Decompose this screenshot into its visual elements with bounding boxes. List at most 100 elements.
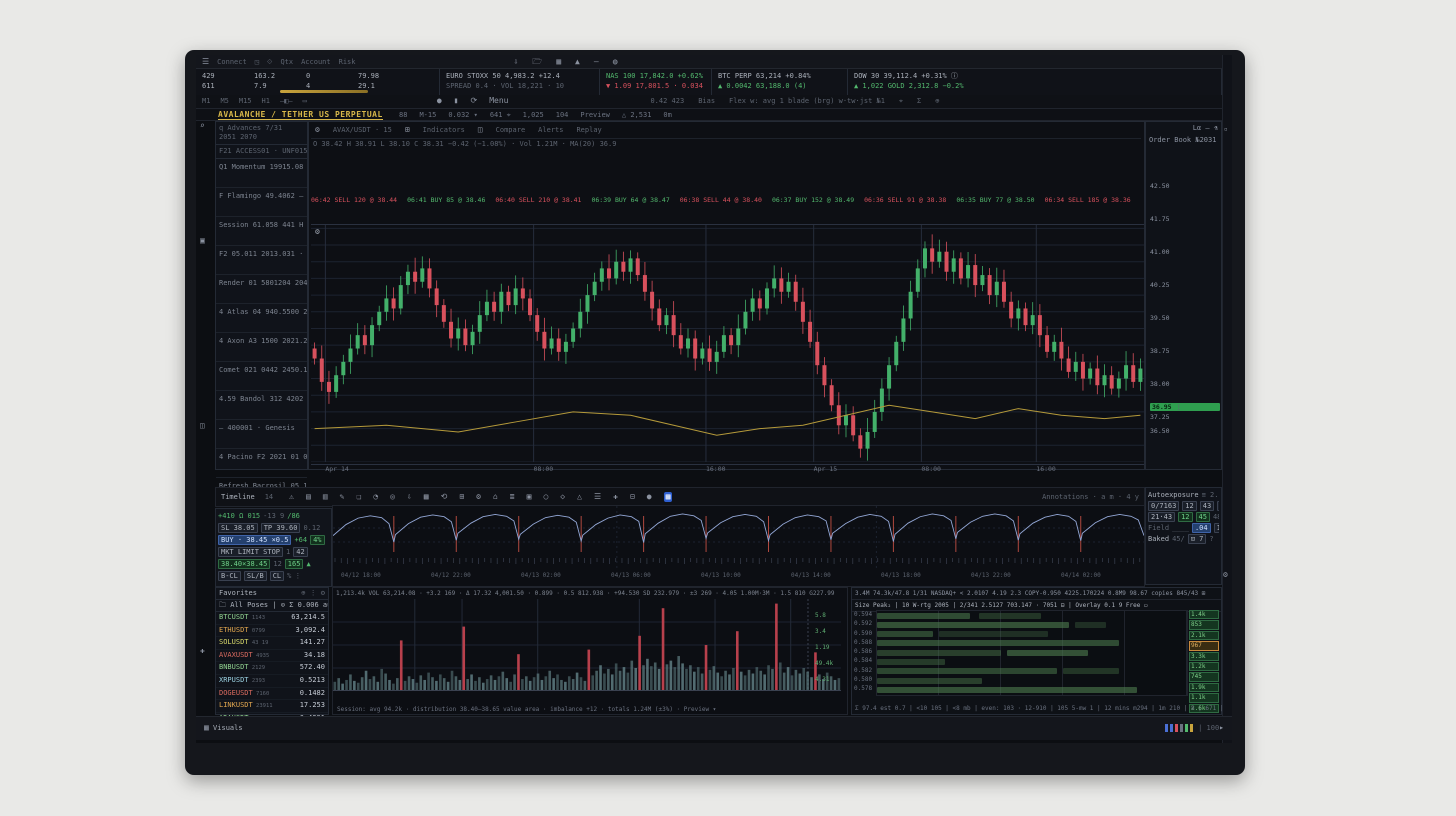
- mini-settings-row-seg[interactable]: 1: [1214, 523, 1219, 533]
- toolbar2-right-item[interactable]: ⌖: [899, 97, 903, 105]
- favorites-header-icons[interactable]: ⊕ ⋮ ⚙: [301, 588, 325, 599]
- favorites-row[interactable]: SOLUSDT141.27 43 19: [216, 637, 328, 650]
- order-ticket-row-seg[interactable]: 4%: [310, 535, 324, 545]
- status-expand-icon[interactable]: ▸: [1219, 723, 1224, 733]
- order-ticket-row-seg[interactable]: TP 39.60: [261, 523, 301, 533]
- dom-ladder-cell[interactable]: 853: [1189, 620, 1219, 629]
- heatmap-row[interactable]: [877, 612, 1187, 620]
- symbol-title[interactable]: AVALANCHE / TETHER US PERPETUAL: [218, 110, 383, 120]
- watchlist-row[interactable]: 4 Axon A3 1500 2021.21.31: [216, 333, 307, 362]
- mini-settings-row-seg[interactable]: 12: [1182, 501, 1196, 511]
- menu-item[interactable]: Risk: [339, 58, 356, 66]
- watchlist-row[interactable]: Render 01 5801204 204.3: [216, 275, 307, 304]
- heatmap-row[interactable]: [877, 649, 1187, 657]
- heatmap-row[interactable]: [877, 677, 1187, 685]
- drawing-tool-icon[interactable]: ◎: [390, 492, 395, 502]
- title-row-extra[interactable]: 88: [399, 111, 407, 119]
- toolbar2-item[interactable]: H1: [262, 97, 270, 105]
- heatmap-plot[interactable]: [876, 610, 1188, 696]
- volume-histogram[interactable]: [333, 599, 847, 691]
- order-ticket-row-seg[interactable]: B-CL: [218, 571, 241, 581]
- quote-group[interactable]: BTC PERP 63,214 +0.84%▲ 0.0042 63,188.0 …: [712, 69, 848, 95]
- drawing-tool-icon[interactable]: ❏: [356, 492, 361, 502]
- title-row-extra[interactable]: Preview: [580, 111, 610, 119]
- toolbar2-right-item[interactable]: Bias: [698, 97, 715, 105]
- dom-ladder-cell[interactable]: 1.4k: [1189, 610, 1219, 619]
- mini-settings-row-seg[interactable]: 655: [1217, 501, 1219, 511]
- menu-item[interactable]: Connect: [217, 58, 247, 66]
- drawing-tool-icon[interactable]: ◇: [560, 492, 565, 502]
- title-row-extra[interactable]: 641 ⌖: [490, 111, 511, 119]
- drawing-tool-icon[interactable]: ▤: [306, 492, 311, 502]
- toolbar2-mid-item[interactable]: Menu: [489, 96, 508, 106]
- drawing-tool-icon[interactable]: ▣: [527, 492, 532, 502]
- menu-center-icon[interactable]: ⇩: [513, 57, 518, 67]
- dom-ladder-cell[interactable]: 1.2k: [1189, 662, 1219, 671]
- status-label[interactable]: Visuals: [213, 724, 243, 732]
- drawing-tool-icon[interactable]: ⊞: [459, 492, 464, 502]
- dom-ladder-cell[interactable]: 3.3k: [1189, 652, 1219, 661]
- active-tool-icon[interactable]: ▦: [664, 492, 673, 502]
- watchlist-row[interactable]: F Flamingo 49.4062 — 1.72: [216, 188, 307, 217]
- quote-group[interactable]: EURO STOXX 50 4,983.2 +12.4SPREAD 0.4 · …: [440, 69, 600, 95]
- chart-toolbar-item[interactable]: ⚙: [315, 125, 320, 135]
- menu-center-icon[interactable]: ▦: [556, 57, 561, 67]
- drawing-tool-icon[interactable]: ▦: [424, 492, 429, 502]
- drawing-tool-icon[interactable]: ▥: [323, 492, 328, 502]
- heatmap-row[interactable]: [877, 630, 1187, 638]
- watchlist-row[interactable]: Comet 021 0442 2450.12.9: [216, 362, 307, 391]
- watchlist-row[interactable]: — 400001 · Genesis: [216, 420, 307, 449]
- order-ticket-row-seg[interactable]: 38.40×38.45: [218, 559, 270, 569]
- heatmap-row[interactable]: [877, 639, 1187, 647]
- heatmap-row[interactable]: [877, 658, 1187, 666]
- title-row-extra[interactable]: 104: [556, 111, 569, 119]
- menu-center-icon[interactable]: —: [594, 57, 599, 67]
- title-row-extra[interactable]: 0.032 ▾: [448, 111, 478, 119]
- dom-ladder-cell[interactable]: 745: [1189, 672, 1219, 681]
- order-ticket-row-seg[interactable]: 42: [293, 547, 307, 557]
- drawing-tool-icon[interactable]: ⌂: [493, 492, 498, 502]
- toolbar2-right-item[interactable]: Σ: [917, 97, 921, 105]
- title-row-extra[interactable]: 0m: [663, 111, 671, 119]
- drawing-tool-icon[interactable]: △: [577, 492, 582, 502]
- toolbar2-item[interactable]: M15: [239, 97, 252, 105]
- favorites-row[interactable]: LINKUSDT17.253 23911: [216, 700, 328, 713]
- watchlist-row[interactable]: 4 Pacino F2 2021 01 0.33.05: [216, 449, 307, 478]
- workspace-icon[interactable]: ▦: [204, 723, 209, 733]
- chart-toolbar-item[interactable]: Compare: [496, 126, 526, 134]
- order-ticket-row-seg[interactable]: SL/B: [244, 571, 267, 581]
- watchlist-row[interactable]: F2 05.011 2013.031 · 74.32: [216, 246, 307, 275]
- quote-group[interactable]: NAS 100 17,842.0 +0.62%▼ 1.09 17,801.5 ·…: [600, 69, 712, 95]
- title-row-extra[interactable]: 1,025: [523, 111, 544, 119]
- chart-toolbar-item[interactable]: Indicators: [423, 126, 465, 134]
- chart-toolbar-item[interactable]: ⊞: [405, 125, 410, 135]
- watchlist-row[interactable]: Session 61.058 441 H 19.18: [216, 217, 307, 246]
- order-ticket-row-seg[interactable]: 165: [285, 559, 304, 569]
- chart-toolbar-item[interactable]: AVAX/USDT · 15: [333, 126, 392, 134]
- menu-item[interactable]: ⟐: [267, 58, 273, 66]
- chart-settings-icon[interactable]: ⚙: [315, 227, 320, 236]
- drawing-tool-icon[interactable]: ⟲: [441, 492, 448, 502]
- drawing-tool-icon[interactable]: ○: [543, 492, 548, 502]
- mini-settings-row-seg[interactable]: 12: [1178, 512, 1192, 522]
- add-icon[interactable]: ✚: [200, 646, 205, 656]
- search-icon[interactable]: ⌕: [200, 121, 205, 131]
- favorites-row[interactable]: DOGEUSDT0.1482 7160: [216, 688, 328, 701]
- drawing-tool-icon[interactable]: ◔: [373, 492, 378, 502]
- toolbar2-right-item[interactable]: 0.42 423: [650, 97, 684, 105]
- dom-ladder-cell[interactable]: 2.1k: [1189, 631, 1219, 640]
- toolbar2-item[interactable]: —◧—: [280, 97, 293, 105]
- mini-settings-row-seg[interactable]: 0/7163: [1148, 501, 1179, 511]
- toolbar2-item[interactable]: M5: [220, 97, 228, 105]
- watchlist-subheader[interactable]: F21 ACCESS01 · UNF015 · a: [216, 145, 307, 159]
- order-ticket-row-seg[interactable]: MKT LIMIT STOP: [218, 547, 283, 557]
- gold-slider[interactable]: [280, 90, 368, 93]
- dom-ladder-cell[interactable]: 967: [1189, 641, 1219, 650]
- heatmap-row[interactable]: [877, 667, 1187, 675]
- title-row-extra[interactable]: M-15: [419, 111, 436, 119]
- menu-center-icon[interactable]: 🗁: [532, 57, 542, 67]
- drawing-tool-icon[interactable]: ☰: [594, 492, 601, 502]
- drawing-tool-icon[interactable]: ⚠: [289, 492, 294, 502]
- toolbar2-right-item[interactable]: ⊕: [935, 97, 939, 105]
- title-row-extra[interactable]: △ 2,531: [622, 111, 652, 119]
